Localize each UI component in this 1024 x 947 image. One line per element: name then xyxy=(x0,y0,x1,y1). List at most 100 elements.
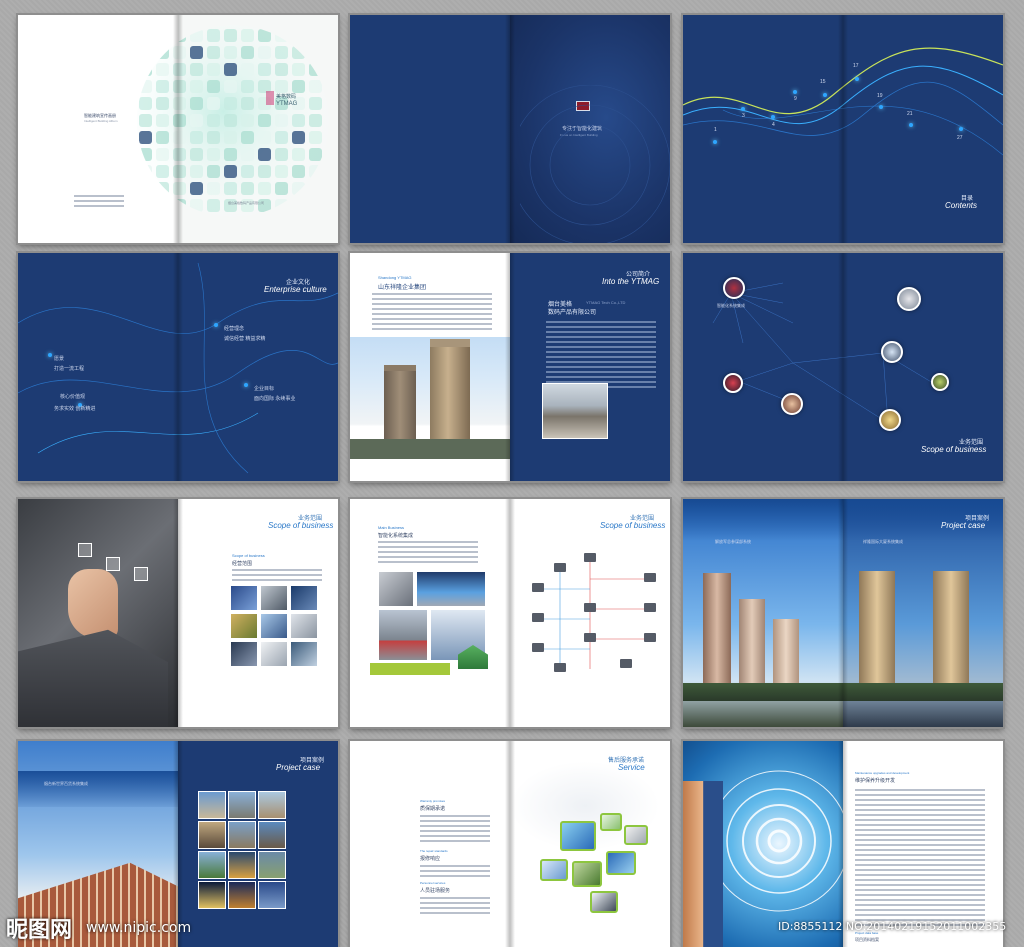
globe-tile xyxy=(275,63,288,76)
contents-node-15 xyxy=(823,93,827,97)
pointing-hand xyxy=(68,569,118,639)
spread-contents[interactable]: 1 3 4 9 15 17 19 21 27 目录 Contents xyxy=(683,15,1003,243)
watermark-logo-text: 昵图网 xyxy=(6,918,73,943)
system-photo xyxy=(416,571,486,607)
globe-tile xyxy=(139,182,152,195)
cover-title-en: Intelligent Building Album xyxy=(84,119,118,123)
globe-tile xyxy=(224,165,237,178)
service-h3-en: Personnel services xyxy=(420,881,446,885)
globe-tile xyxy=(207,131,220,144)
globe-tile xyxy=(207,182,220,195)
street-strip xyxy=(350,439,510,459)
thumbnail-photo xyxy=(230,613,258,639)
globe-tile xyxy=(309,148,322,161)
globe-tile xyxy=(173,182,186,195)
globe-tile xyxy=(258,63,271,76)
globe-tile xyxy=(292,148,305,161)
service-h1-en: Warranty promises xyxy=(420,799,446,803)
spread-culture[interactable]: 企业文化 Enterprise culture 经营理念 诚信经营 精益求精 愿… xyxy=(18,253,338,481)
globe-tile xyxy=(224,80,237,93)
globe-tile xyxy=(275,114,288,127)
globe-tile xyxy=(292,182,305,195)
globe-tile xyxy=(275,29,288,42)
globe-tile xyxy=(156,165,169,178)
contents-num-27: 27 xyxy=(957,135,963,141)
spread-cover[interactable]: 智能建筑宣传画册 Intelligent Building Album 美格数码… xyxy=(18,15,338,243)
device-box xyxy=(554,663,566,672)
globe-tile xyxy=(139,148,152,161)
device-box xyxy=(532,613,544,622)
thumbnail-photo xyxy=(260,585,288,611)
globe-tile xyxy=(207,114,220,127)
service-frame-photo xyxy=(590,891,618,913)
spread-system[interactable]: Main Business 智能化系统集成 业务范围 Scope of busi… xyxy=(350,499,670,727)
globe-tile xyxy=(173,80,186,93)
spread-maintenance[interactable]: Maintenance upgrades and development 维护保… xyxy=(683,741,1003,947)
thumbnail-photo xyxy=(198,821,226,849)
tower xyxy=(859,571,895,683)
globe-tile xyxy=(292,63,305,76)
spread-service[interactable]: 售后服务承诺 Service Warranty promises 质保期承诺 T… xyxy=(350,741,670,947)
globe-tile xyxy=(207,80,220,93)
globe-tile xyxy=(156,148,169,161)
device-box xyxy=(532,583,544,592)
contents-num-3: 3 xyxy=(742,113,745,119)
globe-tile xyxy=(309,63,322,76)
globe-tile xyxy=(275,148,288,161)
thumbnail-photo xyxy=(260,613,288,639)
globe-tile xyxy=(275,182,288,195)
spread-case-1[interactable]: 解放军总参谋部系统 祥隆国际大厦系统集成 项目案例 Project case xyxy=(683,499,1003,727)
globe-tile xyxy=(190,97,203,110)
globe-tile xyxy=(241,63,254,76)
globe-tile xyxy=(241,46,254,59)
intro-building-photo xyxy=(542,383,608,439)
device-box xyxy=(620,659,632,668)
spread-business-map[interactable]: 智能化系统集成 业务范围 Scope of business xyxy=(683,253,1003,481)
system-photo xyxy=(378,609,428,661)
globe-tile xyxy=(207,29,220,42)
globe-tile xyxy=(139,46,152,59)
globe-tile xyxy=(156,131,169,144)
globe-tile xyxy=(309,165,322,178)
globe-tile xyxy=(275,165,288,178)
service-h2-en: The repair standards xyxy=(420,849,448,853)
business-map-center-node xyxy=(723,277,745,299)
spread-inner-cover[interactable]: 专注于智能化建筑 Focus on Intelligent Building xyxy=(350,15,670,243)
contents-node-21 xyxy=(909,123,913,127)
globe-tile xyxy=(309,114,322,127)
service-frame-photo xyxy=(560,821,596,851)
business-map-photo-node xyxy=(781,393,803,415)
globe-tile xyxy=(156,80,169,93)
touch-square xyxy=(134,567,148,581)
globe-tile xyxy=(241,80,254,93)
case1-header-band xyxy=(683,499,1003,541)
globe-tile xyxy=(207,165,220,178)
globe-tile xyxy=(173,114,186,127)
globe-tile xyxy=(173,46,186,59)
globe-tile xyxy=(156,114,169,127)
thumbnail-photo xyxy=(290,641,318,667)
spread-intro[interactable]: Shandong YTMAG 山东祥隆企业集团 公司简介 Into the YT… xyxy=(350,253,670,481)
service-p1 xyxy=(420,815,490,845)
globe-tile xyxy=(241,114,254,127)
business-map-photo-node xyxy=(879,409,901,431)
culture-item: 核心价值观 xyxy=(60,394,86,400)
case1-right-caption: 祥隆国际大厦系统集成 xyxy=(863,539,903,544)
globe-tile xyxy=(309,97,322,110)
business-map-photo-node xyxy=(897,287,921,311)
globe-tile xyxy=(190,63,203,76)
system-green-bar xyxy=(370,663,450,675)
maintenance-paragraph xyxy=(855,789,985,929)
contents-node-1 xyxy=(713,140,717,144)
globe-tile xyxy=(224,182,237,195)
thumbnail-photo xyxy=(228,881,256,909)
globe-tile xyxy=(139,97,152,110)
globe-tile xyxy=(139,29,152,42)
business-map-title-en: Scope of business xyxy=(921,445,987,454)
scope-paragraph xyxy=(232,569,322,584)
spread-scope[interactable]: 业务范围 Scope of business Scope of business… xyxy=(18,499,338,727)
device-box xyxy=(644,573,656,582)
globe-tile xyxy=(139,131,152,144)
globe-tile xyxy=(173,97,186,110)
contents-num-4: 4 xyxy=(772,122,775,128)
